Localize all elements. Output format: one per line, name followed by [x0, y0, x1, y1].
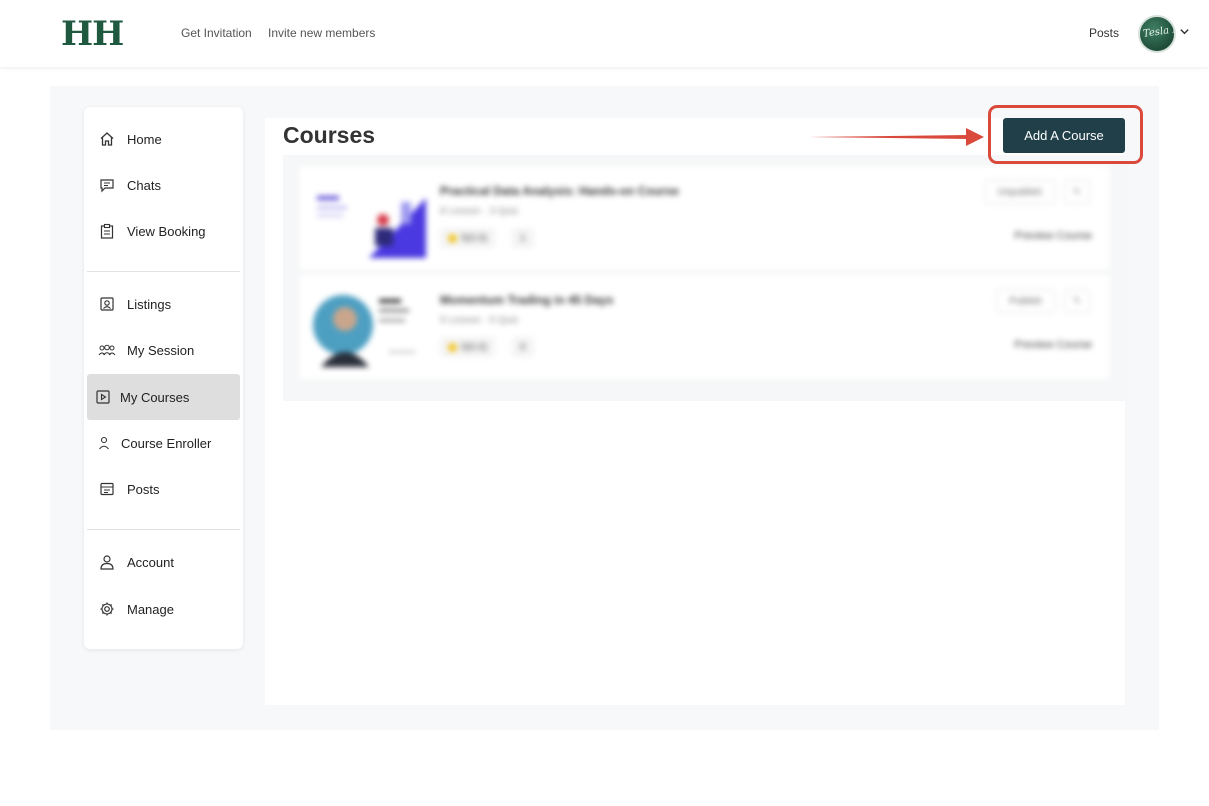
- sidebar: Home Chats View Booking Listings My Sess…: [84, 107, 243, 649]
- get-invitation-link[interactable]: Get Invitation: [181, 26, 252, 40]
- star-icon: [448, 233, 457, 243]
- sidebar-item-label: My Courses: [120, 389, 190, 405]
- enrolled-count: 1: [512, 228, 534, 248]
- preview-course-link[interactable]: Preview Course: [1014, 230, 1092, 242]
- sidebar-item-manage[interactable]: Manage: [87, 587, 240, 631]
- course-thumbnail: [309, 287, 426, 367]
- unpublish-button[interactable]: Unpublish: [984, 180, 1055, 204]
- posts-icon: [98, 480, 116, 498]
- course-meta: 5 Lesson · 0 Quiz: [440, 315, 519, 326]
- course-title[interactable]: Practical Data Analysis: Hands-on Course: [440, 184, 679, 198]
- sidebar-item-label: View Booking: [127, 223, 206, 239]
- sidebar-item-label: Chats: [127, 177, 161, 193]
- rating-value: 5(0.0): [461, 232, 488, 244]
- sidebar-item-label: My Session: [127, 342, 195, 358]
- edit-icon[interactable]: ✎: [1064, 180, 1090, 204]
- clipboard-icon: [98, 222, 116, 240]
- sidebar-item-home[interactable]: Home: [87, 117, 240, 161]
- preview-course-link[interactable]: Preview Course: [1014, 339, 1092, 351]
- top-header: HH Get Invitation Invite new members Pos…: [0, 0, 1209, 67]
- sidebar-item-posts[interactable]: Posts: [87, 467, 240, 511]
- enrolled-value: 0: [520, 341, 526, 353]
- sidebar-item-account[interactable]: Account: [87, 540, 240, 584]
- chat-icon: [98, 176, 116, 194]
- add-course-button[interactable]: Add A Course: [1003, 118, 1125, 153]
- sidebar-item-label: Manage: [127, 601, 174, 617]
- edit-icon[interactable]: ✎: [1064, 289, 1090, 313]
- listing-icon: [98, 295, 116, 313]
- home-icon: [98, 130, 116, 148]
- course-card[interactable]: Practical Data Analysis: Hands-on Course…: [299, 166, 1110, 270]
- group-icon: [98, 341, 116, 359]
- header-posts-link[interactable]: Posts: [1089, 26, 1119, 40]
- user-icon: [95, 434, 113, 452]
- invite-members-link[interactable]: Invite new members: [268, 26, 375, 40]
- chevron-down-icon[interactable]: [1179, 26, 1190, 37]
- page-title: Courses: [283, 122, 376, 148]
- sidebar-item-my-courses[interactable]: My Courses: [87, 374, 240, 420]
- sidebar-item-label: Account: [127, 554, 174, 570]
- course-card[interactable]: Momentum Trading in 45 Days 5 Lesson · 0…: [299, 275, 1110, 379]
- sidebar-item-label: Home: [127, 131, 162, 147]
- course-rating: 0(0.0): [440, 337, 496, 357]
- account-icon: [98, 553, 116, 571]
- sidebar-divider: [87, 271, 240, 272]
- user-avatar[interactable]: Tesla Hi: [1138, 15, 1176, 53]
- course-thumbnail: [309, 178, 426, 258]
- enrolled-value: 1: [520, 232, 526, 244]
- sidebar-item-label: Listings: [127, 296, 172, 312]
- sidebar-item-chats[interactable]: Chats: [87, 163, 240, 207]
- sidebar-item-view-booking[interactable]: View Booking: [87, 209, 240, 253]
- sidebar-item-label: Course Enroller: [121, 435, 212, 451]
- annotation-arrow-icon: [808, 128, 984, 146]
- course-meta: 8 Lesson · 3 Quiz: [440, 206, 519, 217]
- sidebar-item-label: Posts: [127, 481, 160, 497]
- course-rating: 5(0.0): [440, 228, 496, 248]
- sidebar-item-listings[interactable]: Listings: [87, 282, 240, 326]
- avatar-signature: Tesla Hi: [1142, 23, 1176, 40]
- enrolled-count: 0: [512, 337, 534, 357]
- play-square-icon: [94, 388, 112, 406]
- course-title[interactable]: Momentum Trading in 45 Days: [440, 293, 613, 307]
- publish-button[interactable]: Publish: [996, 289, 1055, 313]
- sidebar-item-my-session[interactable]: My Session: [87, 328, 240, 372]
- star-icon: [448, 342, 457, 352]
- sidebar-item-course-enroller[interactable]: Course Enroller: [87, 421, 240, 465]
- gear-icon: [98, 600, 116, 618]
- rating-value: 0(0.0): [461, 341, 488, 353]
- brand-logo[interactable]: HH: [61, 14, 124, 54]
- sidebar-divider: [87, 529, 240, 530]
